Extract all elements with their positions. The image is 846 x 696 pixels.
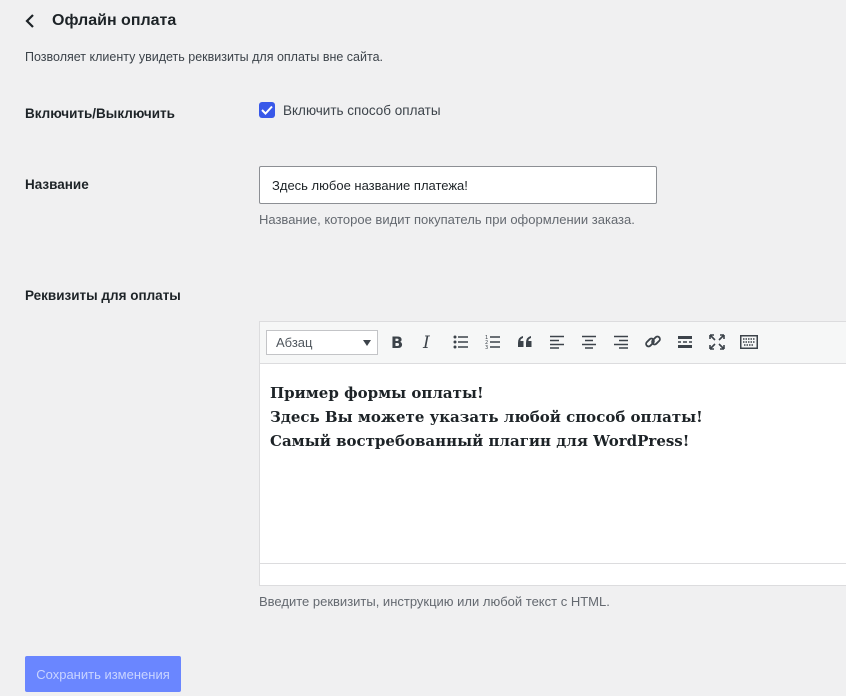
format-select[interactable]: Абзац: [266, 330, 378, 355]
page-header: Офлайн оплата: [25, 8, 176, 34]
enable-checkbox-row[interactable]: Включить способ оплаты: [259, 102, 441, 118]
payment-name-input[interactable]: [259, 166, 657, 204]
name-label: Название: [25, 177, 89, 192]
payment-details-editor[interactable]: Абзац B I 123 Пример формы оплаты! Здесь…: [259, 321, 846, 586]
blockquote-icon[interactable]: [515, 332, 535, 352]
chevron-down-icon: [363, 339, 371, 346]
enable-checkbox[interactable]: [259, 102, 275, 118]
svg-text:3: 3: [485, 345, 488, 349]
details-label: Реквизиты для оплаты: [25, 288, 181, 303]
editor-content[interactable]: Пример формы оплаты! Здесь Вы можете ука…: [260, 364, 846, 564]
content-line: Пример формы оплаты!: [270, 384, 484, 402]
save-changes-button[interactable]: Сохранить изменения: [25, 656, 181, 692]
read-more-icon[interactable]: [675, 332, 695, 352]
bullet-list-icon[interactable]: [451, 332, 471, 352]
bold-icon[interactable]: B: [387, 332, 407, 352]
enable-label: Включить/Выключить: [25, 106, 175, 121]
back-arrow-icon[interactable]: [25, 8, 47, 34]
checkmark-icon: [261, 105, 273, 115]
content-line: Здесь Вы можете указать любой способ опл…: [270, 408, 703, 426]
format-select-value: Абзац: [276, 335, 313, 350]
align-right-icon[interactable]: [611, 332, 631, 352]
enable-checkbox-label[interactable]: Включить способ оплаты: [283, 103, 441, 118]
svg-text:B: B: [391, 334, 403, 350]
numbered-list-icon[interactable]: 123: [483, 332, 503, 352]
page-description: Позволяет клиенту увидеть реквизиты для …: [25, 50, 384, 64]
page-title: Офлайн оплата: [52, 12, 177, 29]
fullscreen-icon[interactable]: [707, 332, 727, 352]
content-line: Самый востребованный плагин для WordPres…: [270, 432, 690, 450]
details-hint: Введите реквизиты, инструкцию или любой …: [259, 594, 610, 609]
editor-statusbar: [260, 563, 846, 585]
name-hint: Название, которое видит покупатель при о…: [259, 212, 635, 227]
align-left-icon[interactable]: [547, 332, 567, 352]
svg-text:I: I: [422, 334, 430, 350]
toolbar-toggle-icon[interactable]: [739, 332, 759, 352]
align-center-icon[interactable]: [579, 332, 599, 352]
italic-icon[interactable]: I: [418, 332, 438, 352]
link-icon[interactable]: [643, 332, 663, 352]
